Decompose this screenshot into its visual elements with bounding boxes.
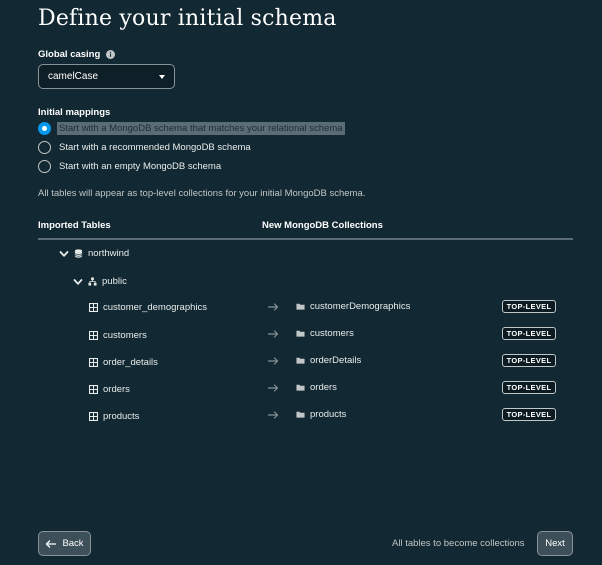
initial-mappings-label: Initial mappings — [38, 107, 111, 118]
footer-status-text: All tables to become collections — [392, 538, 525, 549]
radio-option-matching-schema[interactable]: Start with a MongoDB schema that matches… — [38, 121, 345, 135]
top-level-badge: TOP-LEVEL — [502, 300, 556, 313]
tree-database-northwind[interactable]: northwind — [59, 248, 129, 259]
top-level-badge: TOP-LEVEL — [502, 381, 556, 394]
database-icon — [74, 249, 83, 258]
collection-name: orderDetails — [310, 355, 362, 366]
arrow-right-icon — [268, 357, 279, 365]
global-casing-label: Global casing — [38, 49, 101, 60]
arrow-left-icon — [46, 539, 57, 548]
page-title: Define your initial schema — [38, 6, 337, 31]
collection-row[interactable]: customers — [296, 328, 354, 339]
schema-name: public — [102, 276, 127, 287]
radio-option-label: Start with an empty MongoDB schema — [59, 160, 222, 172]
folder-icon — [296, 411, 305, 418]
chevron-down-icon — [159, 74, 165, 79]
table-row[interactable]: customers — [89, 330, 147, 341]
folder-icon — [296, 357, 305, 364]
back-button[interactable]: Back — [38, 531, 91, 556]
folder-icon — [296, 303, 305, 310]
radio-option-recommended-schema[interactable]: Start with a recommended MongoDB schema — [38, 140, 253, 154]
folder-icon — [296, 330, 305, 337]
table-name: customers — [103, 330, 147, 341]
table-icon — [89, 331, 98, 340]
table-name: products — [103, 411, 140, 422]
next-button[interactable]: Next — [537, 531, 573, 556]
collection-name: customerDemographics — [310, 301, 411, 312]
arrow-right-icon — [268, 384, 279, 392]
table-row[interactable]: orders — [89, 384, 130, 395]
table-icon — [89, 412, 98, 421]
chevron-down-icon[interactable] — [59, 249, 69, 259]
radio-option-empty-schema[interactable]: Start with an empty MongoDB schema — [38, 159, 223, 173]
radio-button[interactable] — [38, 159, 51, 173]
collection-row[interactable]: customerDemographics — [296, 301, 410, 312]
info-icon[interactable] — [106, 50, 116, 59]
radio-option-label: Start with a MongoDB schema that matches… — [57, 121, 345, 135]
schema-icon — [88, 277, 97, 286]
table-icon — [89, 303, 98, 312]
arrow-right-icon — [268, 411, 279, 419]
top-level-badge: TOP-LEVEL — [502, 408, 556, 421]
table-name: orders — [103, 384, 130, 395]
chevron-down-icon[interactable] — [73, 277, 83, 287]
table-name: order_details — [103, 357, 158, 368]
global-casing-value: camelCase — [48, 71, 99, 82]
collection-name: customers — [310, 328, 354, 339]
arrow-right-icon — [268, 330, 279, 338]
collection-name: products — [310, 409, 347, 420]
radio-option-label: Start with a recommended MongoDB schema — [59, 141, 251, 153]
global-casing-select[interactable]: camelCase — [38, 64, 175, 89]
database-name: northwind — [88, 248, 130, 259]
table-row[interactable]: products — [89, 411, 139, 422]
collection-row[interactable]: orders — [296, 382, 337, 393]
table-icon — [89, 358, 98, 367]
collection-row[interactable]: orderDetails — [296, 355, 361, 366]
collection-row[interactable]: products — [296, 409, 346, 420]
radio-button-checked[interactable] — [38, 121, 51, 135]
table-icon — [89, 385, 98, 394]
back-button-label: Back — [62, 538, 84, 549]
next-button-label: Next — [545, 538, 565, 549]
imported-tables-header: Imported Tables — [38, 220, 111, 231]
tree-schema-public[interactable]: public — [73, 276, 127, 287]
header-divider — [38, 238, 573, 240]
top-level-badge: TOP-LEVEL — [502, 354, 556, 367]
collection-name: orders — [310, 382, 337, 393]
global-casing-label-row: Global casing — [38, 49, 116, 60]
table-name: customer_demographics — [103, 302, 208, 313]
arrow-right-icon — [268, 303, 279, 311]
folder-icon — [296, 384, 305, 391]
top-level-badge: TOP-LEVEL — [502, 327, 556, 340]
table-row[interactable]: order_details — [89, 357, 158, 368]
table-row[interactable]: customer_demographics — [89, 302, 207, 313]
radio-button[interactable] — [38, 140, 51, 154]
new-collections-header: New MongoDB Collections — [262, 220, 383, 231]
info-note: All tables will appear as top-level coll… — [38, 188, 366, 199]
